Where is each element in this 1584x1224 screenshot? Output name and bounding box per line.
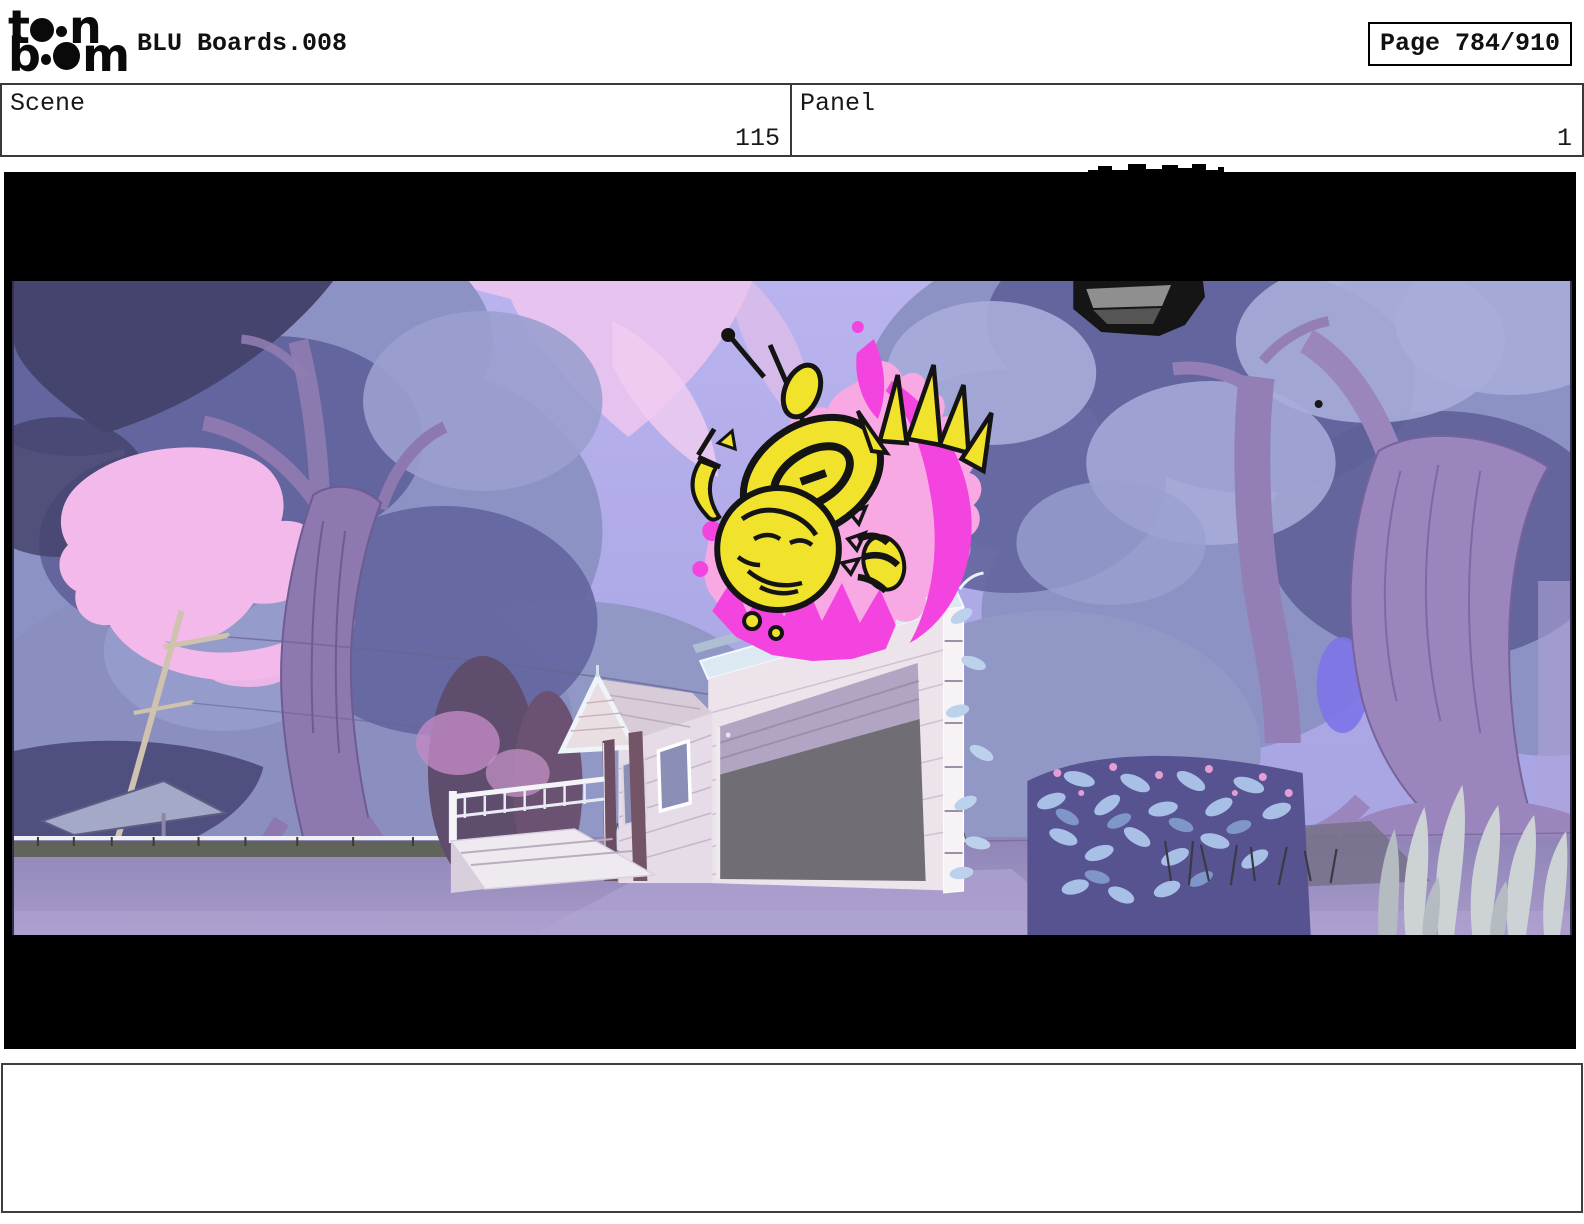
toonboom-logo: t n b m <box>8 4 130 82</box>
panel-value: 1 <box>1556 124 1572 153</box>
scene-label: Scene <box>10 89 86 118</box>
logo-letter-m: m <box>82 28 130 82</box>
logo-letter-b: b <box>8 28 41 82</box>
logo-dot-icon <box>56 25 67 37</box>
board-title: BLU Boards.008 <box>137 29 348 58</box>
scene-value: 115 <box>734 124 780 153</box>
panel-drawing <box>14 281 1570 935</box>
scene-cell: Scene 115 <box>2 85 792 155</box>
logo-dot-icon <box>53 42 81 70</box>
caption-box <box>1 1063 1583 1213</box>
logo-dot-icon <box>40 53 52 65</box>
storyboard-artwork <box>12 281 1572 935</box>
letterbox-top <box>4 172 1576 281</box>
ink-speck <box>1314 400 1323 408</box>
letterbox-bottom <box>4 935 1576 1049</box>
panel-label: Panel <box>800 89 876 118</box>
page-number-badge: Page 784/910 <box>1367 22 1572 66</box>
toonboom-logo-row2: b m <box>8 28 130 82</box>
scene-panel-table: Scene 115 Panel 1 <box>0 83 1584 157</box>
storyboard-page: t n b m BLU Boards.008 Page 784/910 Scen… <box>0 0 1584 1224</box>
storyboard-panel <box>4 172 1576 1049</box>
panel-cell: Panel 1 <box>792 85 1582 155</box>
